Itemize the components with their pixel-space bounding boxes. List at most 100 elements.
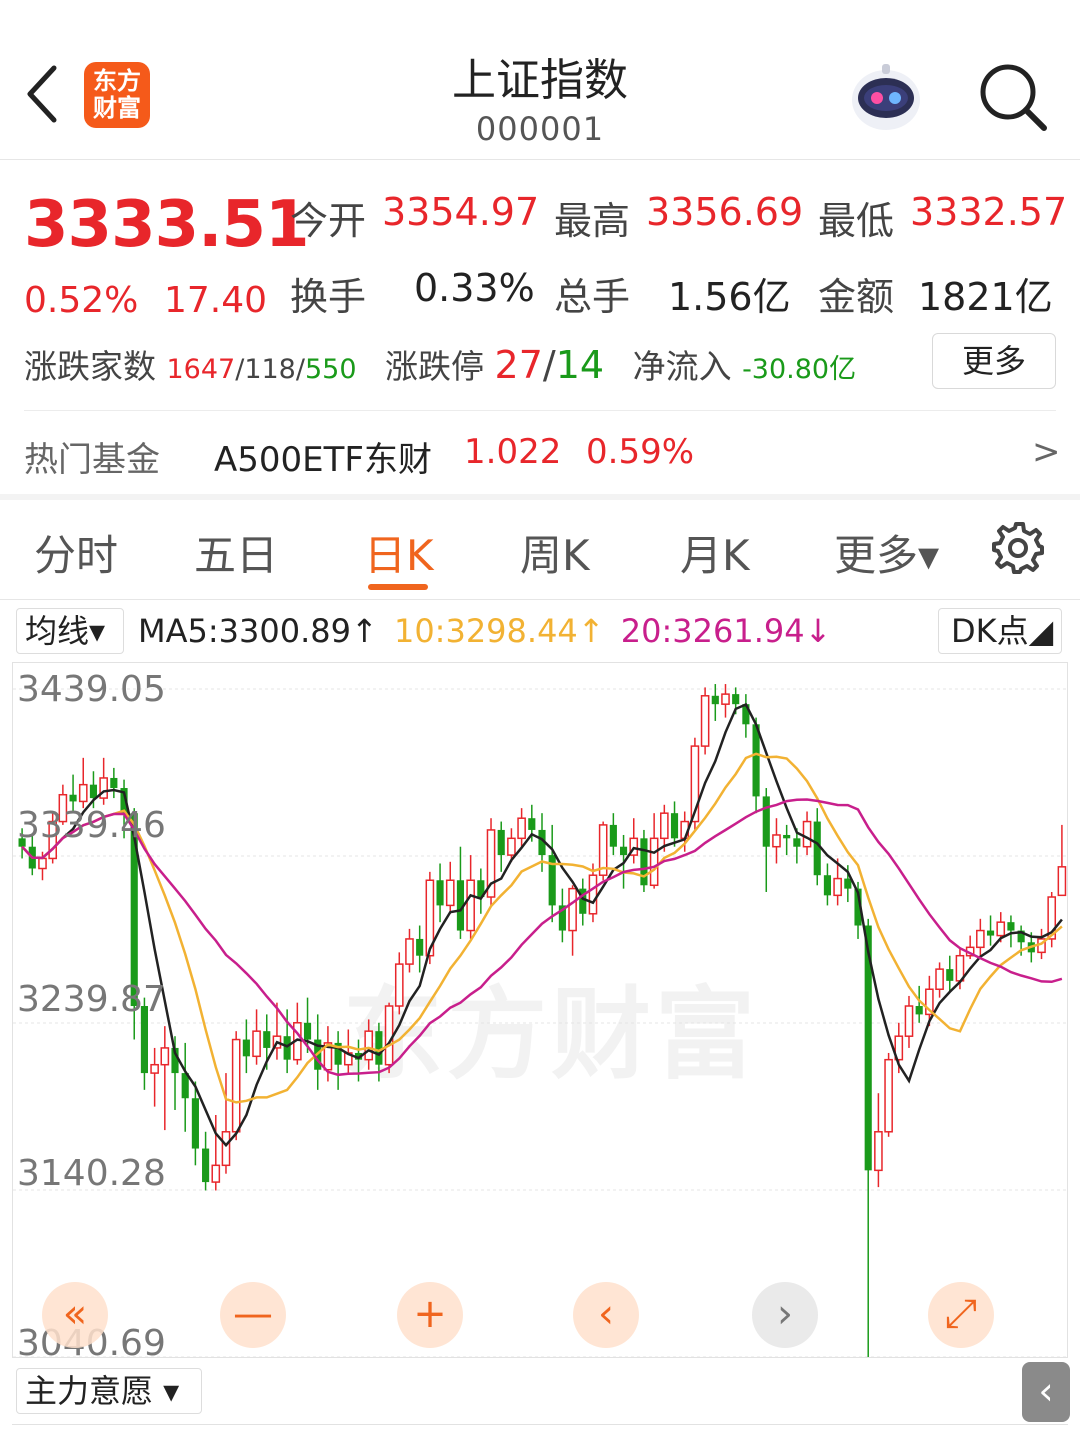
tab-intraday[interactable]: 分时 xyxy=(34,522,118,583)
candle-body xyxy=(445,879,455,907)
candle-body xyxy=(1057,866,1067,897)
app-logo: 东方 财富 xyxy=(84,62,150,128)
prev-button[interactable]: ‹ xyxy=(573,1282,639,1348)
candle-body xyxy=(700,695,710,747)
candle-body xyxy=(242,1039,250,1057)
gear-icon[interactable] xyxy=(990,520,1046,576)
open-label: 今开 xyxy=(290,199,367,243)
candle-body xyxy=(986,930,995,936)
candle-body xyxy=(802,820,812,848)
candle-body xyxy=(915,1006,923,1015)
open-value: 3354.97 xyxy=(382,190,540,234)
y-tick-label: 3439.05 xyxy=(17,669,166,710)
turnover-label: 换手 xyxy=(290,275,367,319)
candle-body xyxy=(283,1036,291,1060)
more-quote-button[interactable]: 更多 xyxy=(932,333,1056,389)
candle-body xyxy=(303,1022,312,1040)
y-tick-label: 3140.28 xyxy=(17,1153,166,1194)
breadth-sep: / xyxy=(295,354,305,385)
next-button[interactable]: › xyxy=(752,1282,818,1348)
low-label: 最低 xyxy=(818,199,895,243)
candle-body xyxy=(844,878,852,889)
candle-body xyxy=(507,837,516,856)
candle-body xyxy=(436,880,444,906)
candle-body xyxy=(528,818,536,830)
expand-button[interactable]: ⤢ xyxy=(928,1282,994,1348)
candle-body xyxy=(813,821,821,876)
candle-body xyxy=(252,1030,261,1058)
candle-body xyxy=(405,938,414,965)
ma20-value: 20:3261.94↓ xyxy=(620,612,832,650)
search-icon[interactable] xyxy=(976,60,1048,132)
tab-weekly-k[interactable]: 周K xyxy=(520,522,590,583)
candle-body xyxy=(619,846,628,856)
amount-label: 金额 xyxy=(818,275,895,319)
tab-five-day[interactable]: 五日 xyxy=(194,522,278,583)
stock-code: 000001 xyxy=(475,110,605,148)
candle-body xyxy=(416,938,424,956)
breadth-label: 涨跌家数 xyxy=(24,347,156,386)
kline-chart[interactable]: 东方财富 3439.05 3339.46 3239.87 3140.28 304… xyxy=(12,662,1068,1364)
limit-down: 14 xyxy=(555,343,605,387)
limit-sep: / xyxy=(542,343,556,387)
netflow-value: -30.80亿 xyxy=(742,354,857,385)
market-breadth-row: 涨跌家数 1647/118/550 涨跌停 27/14 净流入 -30.80亿 xyxy=(24,340,856,388)
divider xyxy=(12,1424,1068,1425)
candle-body xyxy=(793,838,801,847)
hot-fund-name: A500ETF东财 xyxy=(214,440,432,480)
tab-more[interactable]: 更多▾ xyxy=(834,522,939,583)
collapse-button[interactable]: ‹ xyxy=(1022,1362,1070,1422)
candle-body xyxy=(263,1031,271,1048)
candle-body xyxy=(1007,922,1015,931)
candle-body xyxy=(762,796,770,847)
assistant-robot-icon[interactable] xyxy=(846,56,926,136)
candle-body xyxy=(394,963,404,1007)
hot-fund-price: 1.022 xyxy=(464,432,562,472)
high-label: 最高 xyxy=(554,199,631,243)
zoom-in-button[interactable]: + xyxy=(397,1282,463,1348)
ma5-value: MA5:3300.89↑ xyxy=(138,612,378,650)
tab-daily-k[interactable]: 日K xyxy=(364,522,434,583)
candle-body xyxy=(150,1063,159,1074)
candle-body xyxy=(517,817,526,840)
ma-select[interactable]: 均线▾ xyxy=(16,608,124,654)
current-price: 3333.51 xyxy=(24,188,309,262)
candle-body xyxy=(772,834,781,848)
candle-body xyxy=(732,694,740,705)
hot-fund-pct: 0.59% xyxy=(586,432,695,472)
y-tick-label: 3339.46 xyxy=(17,805,166,846)
candle-body xyxy=(833,877,842,897)
zoom-out-button[interactable]: — xyxy=(220,1282,286,1348)
candle-body xyxy=(191,1098,199,1149)
candle-body xyxy=(588,874,598,915)
rewind-button[interactable]: « xyxy=(42,1282,108,1348)
candle-body xyxy=(221,1131,231,1167)
netflow-label: 净流入 xyxy=(632,347,732,386)
back-chevron-icon[interactable] xyxy=(22,62,62,126)
divider xyxy=(24,410,1056,411)
page-title: 上证指数 xyxy=(452,55,628,106)
dk-point-button[interactable]: DK点◢ xyxy=(938,608,1062,654)
candle-body xyxy=(231,1038,241,1133)
amount-value: 1821亿 xyxy=(918,275,1053,319)
candle-body xyxy=(721,693,730,705)
change-amount: 17.40 xyxy=(164,280,268,321)
hot-fund-row[interactable]: 热门基金 A500ETF东财 1.022 0.59% > xyxy=(24,432,1061,480)
tab-monthly-k[interactable]: 月K xyxy=(680,522,750,583)
candle-body xyxy=(466,879,475,932)
candle-body xyxy=(384,1005,394,1066)
candle-body xyxy=(946,969,954,981)
indicator-select[interactable]: 主力意愿 ▾ xyxy=(16,1368,202,1414)
candle-body xyxy=(640,838,648,886)
candle-body xyxy=(364,1030,374,1061)
candle-body xyxy=(497,829,505,856)
breadth-sep: / xyxy=(235,354,245,385)
candle-body xyxy=(711,695,719,705)
turnover-value: 0.33% xyxy=(414,266,535,310)
candle-body xyxy=(110,777,118,789)
period-tabs: 分时 五日 日K 周K 月K 更多▾ xyxy=(0,500,1080,600)
candle-body xyxy=(670,813,679,839)
candle-body xyxy=(874,1131,883,1172)
candle-body xyxy=(996,921,1006,937)
logo-text-top: 东方 xyxy=(93,67,141,95)
